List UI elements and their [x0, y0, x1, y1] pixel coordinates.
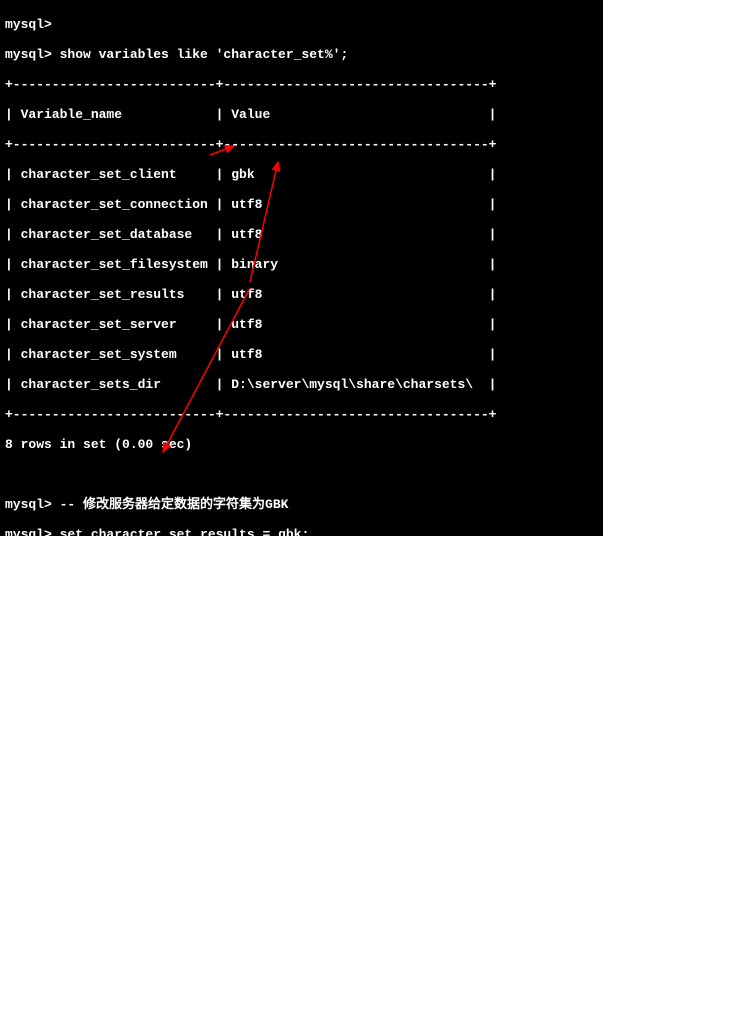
table2-row: | character_set_connection | utf8 | — [5, 767, 496, 782]
table1-border-mid: +--------------------------+------------… — [5, 137, 496, 152]
table2-border-mid: +--------------------------+------------… — [5, 707, 496, 722]
rows-in-set-1: 8 rows in set (0.00 sec) — [5, 437, 192, 452]
command-show-vars-2: mysql> show variables like 'character_se… — [5, 617, 348, 632]
table2-row: | character_sets_dir | D:\server\mysql\s… — [5, 947, 496, 962]
table2-row: | character_set_client | gbk | — [5, 737, 496, 752]
table2-border-bottom: +--------------------------+------------… — [5, 977, 496, 992]
table2-header: | Variable_name | Value | — [5, 677, 496, 692]
rows-in-set-2: 8 rows in set (0.00 sec) — [5, 1007, 192, 1022]
command-set-results: mysql> set character_set_results = gbk; — [5, 527, 309, 542]
table1-row: | character_set_client | gbk | — [5, 167, 496, 182]
table1-row-results: | character_set_results | utf8 | — [5, 287, 496, 302]
terminal-window[interactable]: mysql> mysql> show variables like 'chara… — [0, 0, 603, 536]
command-show-vars-1: mysql> show variables like 'character_se… — [5, 47, 348, 62]
prompt-line: mysql> — [5, 17, 52, 32]
table1-header: | Variable_name | Value | — [5, 107, 496, 122]
table1-row: | character_set_system | utf8 | — [5, 347, 496, 362]
table1-row: | character_set_server | utf8 | — [5, 317, 496, 332]
table2-row-results: | character_set_results | gbk | — [5, 857, 496, 872]
table2-row: | character_set_server | utf8 | — [5, 887, 496, 902]
comment-line: mysql> -- 修改服务器给定数据的字符集为GBK — [5, 497, 288, 512]
table2-border-top: +--------------------------+------------… — [5, 647, 496, 662]
table1-row: | character_set_filesystem | binary | — [5, 257, 496, 272]
table2-row: | character_set_system | utf8 | — [5, 917, 496, 932]
table1-row: | character_set_database | utf8 | — [5, 227, 496, 242]
table1-row: | character_set_connection | utf8 | — [5, 197, 496, 212]
table2-row: | character_set_database | utf8 | — [5, 797, 496, 812]
query-ok: Query OK, 0 rows affected (0.00 sec) — [5, 557, 286, 572]
table1-border-bottom: +--------------------------+------------… — [5, 407, 496, 422]
annotation-arrow-icon — [163, 288, 250, 452]
table1-border-top: +--------------------------+------------… — [5, 77, 496, 92]
table1-row: | character_sets_dir | D:\server\mysql\s… — [5, 377, 496, 392]
table2-row: | character_set_filesystem | binary | — [5, 827, 496, 842]
